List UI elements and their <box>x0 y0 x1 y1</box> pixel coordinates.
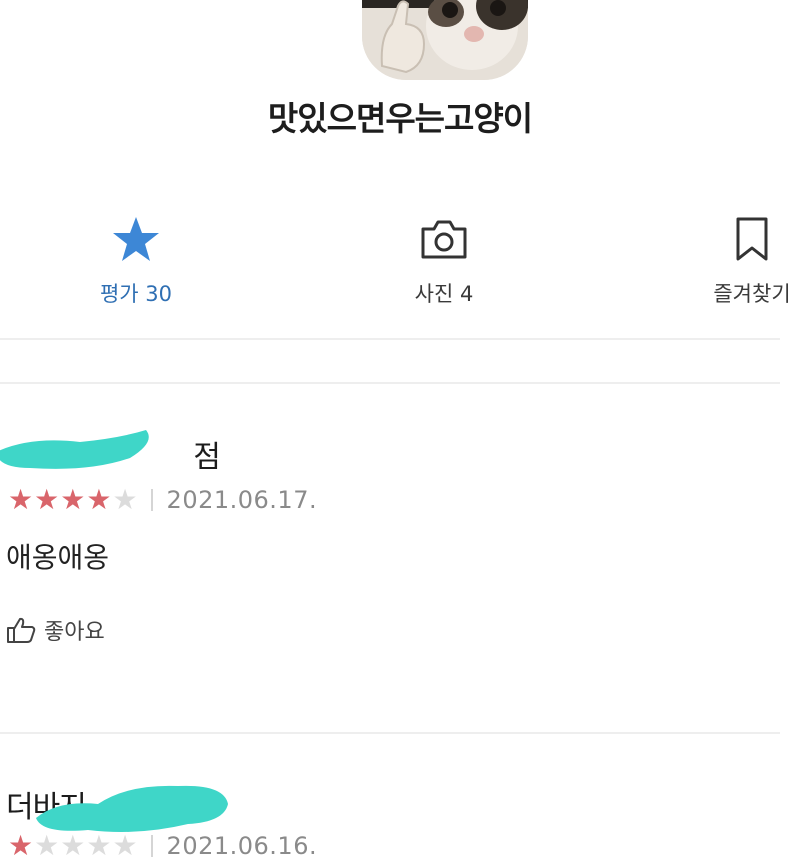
review-place-name-suffix: 점 <box>193 440 221 475</box>
like-label: 좋아요 <box>44 620 105 645</box>
redaction-scribble <box>0 430 149 469</box>
review-rating: ★ ★ ★ ★ ★ 2021.06.16. <box>8 829 318 862</box>
star-icon: ★ <box>112 483 138 516</box>
tabs-divider <box>0 338 780 340</box>
camera-icon <box>421 220 467 259</box>
star-icon: ★ <box>8 483 34 516</box>
review-divider <box>0 732 780 734</box>
tab-photos-label: 사진 4 <box>414 282 474 306</box>
star-icon: ★ <box>8 829 34 862</box>
rating-separator <box>150 489 153 511</box>
star-icon: ★ <box>60 483 86 516</box>
review-date: 2021.06.17. <box>166 486 318 514</box>
tab-ratings-label: 평가 30 <box>99 282 173 306</box>
review-rating: ★ ★ ★ ★ ★ 2021.06.17. <box>8 483 318 516</box>
crying-cat-thumbs-up-icon <box>362 0 528 80</box>
star-icon <box>113 217 159 261</box>
tab-bookmarks-label: 즐겨찾기 <box>713 282 791 306</box>
thumbs-up-icon <box>7 617 36 643</box>
tab-bookmarks[interactable]: 즐겨찾기 <box>672 214 800 308</box>
star-icon: ★ <box>112 829 138 862</box>
profile-username: 맛있으면우는고양이 <box>267 99 533 138</box>
star-icon: ★ <box>86 483 112 516</box>
bookmark-icon <box>736 217 768 261</box>
star-icon: ★ <box>34 483 60 516</box>
review-text: 애옹애옹 <box>6 541 110 574</box>
section-divider <box>0 382 780 384</box>
like-button[interactable]: 좋아요 <box>6 614 105 646</box>
avatar[interactable] <box>362 0 528 80</box>
star-icon: ★ <box>34 829 60 862</box>
star-icon: ★ <box>86 829 112 862</box>
star-icon: ★ <box>60 829 86 862</box>
tab-photos[interactable]: 사진 4 <box>364 214 524 308</box>
review-date: 2021.06.16. <box>166 832 318 860</box>
tab-ratings[interactable]: 평가 30 <box>56 214 216 308</box>
rating-separator <box>150 835 153 857</box>
